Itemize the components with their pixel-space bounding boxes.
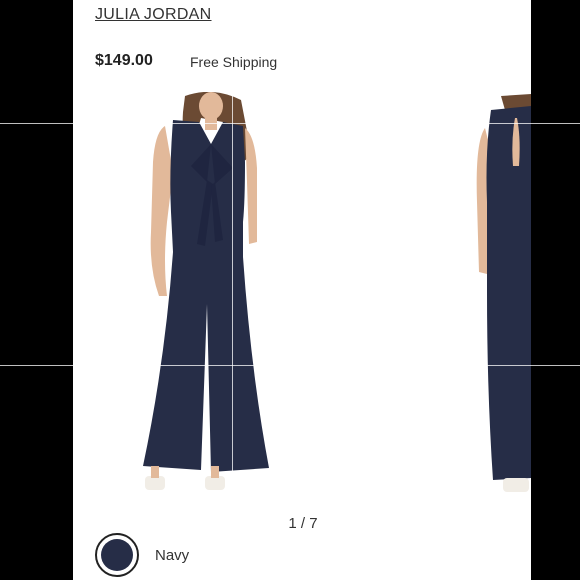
grid-line-horizontal [0,123,580,124]
shipping-note: Free Shipping [190,54,278,70]
color-label: Navy [155,547,190,564]
image-counter: 1 / 7 [288,515,318,532]
product-image-carousel[interactable] [73,91,531,507]
brand-link[interactable]: JULIA JORDAN [95,6,212,24]
product-screen: JULIA JORDAN $149.00 Free Shipping 1 / 7… [73,0,531,580]
product-price: $149.00 [95,52,153,69]
grid-line-horizontal [0,365,580,366]
grid-line-vertical [232,0,233,580]
swatch-fill [101,539,133,571]
color-swatch-navy[interactable] [95,533,139,577]
product-photo [73,91,531,507]
